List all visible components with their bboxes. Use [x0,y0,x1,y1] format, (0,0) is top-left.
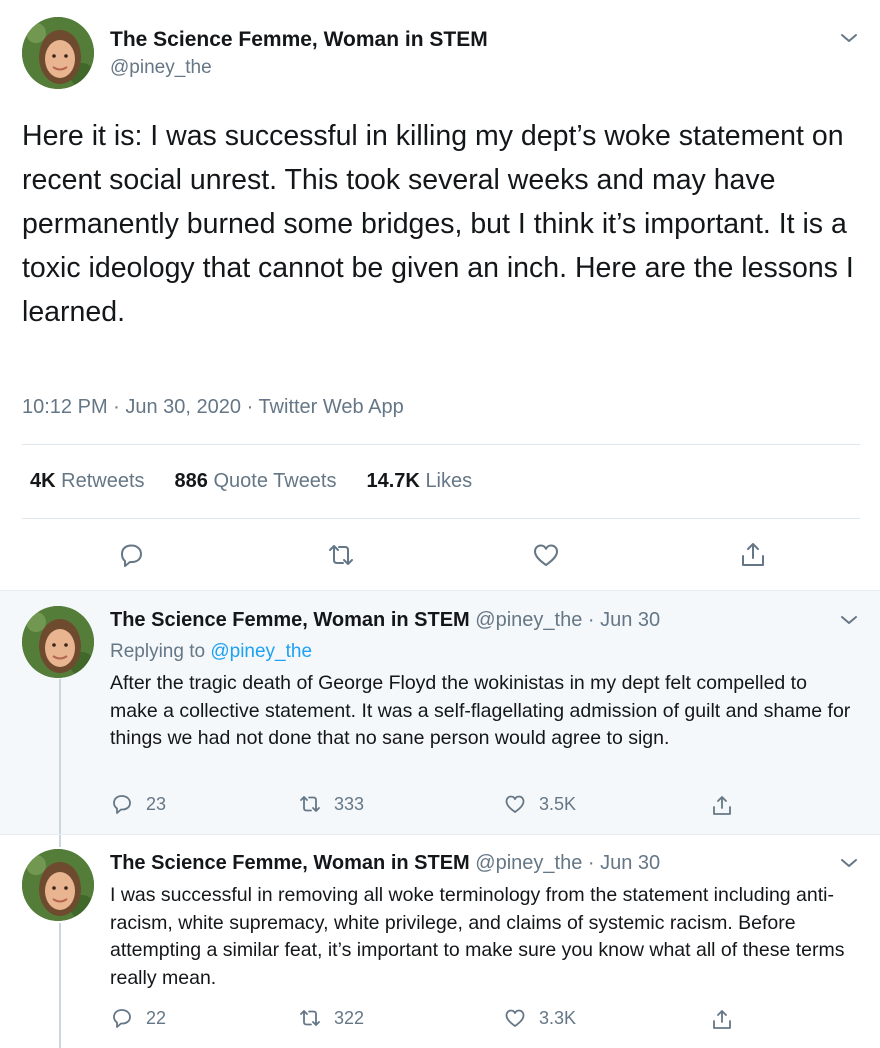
main-tweet: The Science Femme, Woman in STEM @piney_… [0,0,880,590]
like-icon [505,795,525,813]
replying-to-mention[interactable]: @piney_the [210,641,312,662]
thread-line [59,835,61,847]
like-action[interactable]: 3.3K [503,1006,576,1030]
thread-line [59,679,61,835]
likes-stat[interactable]: 14.7K Likes [367,470,473,493]
author-name[interactable]: The Science Femme, Woman in STEM [110,852,470,874]
avatar[interactable] [22,17,94,89]
like-icon[interactable] [531,540,561,570]
retweet-icon [300,796,320,812]
reply-action[interactable]: 22 [110,1006,166,1030]
retweet-count: 322 [334,1007,365,1028]
reply-header: The Science Femme, Woman in STEM @piney_… [110,852,660,875]
author-name[interactable]: The Science Femme, Woman in STEM [110,28,488,52]
avatar[interactable] [22,606,94,678]
retweet-icon [300,1010,320,1026]
like-count: 3.5K [539,793,577,814]
tweet-meta[interactable]: 10:12 PM · Jun 30, 2020 · Twitter Web Ap… [22,396,404,419]
handle-date[interactable]: @piney_the · Jun 30 [475,609,660,631]
tweet-text: Here it is: I was successful in killing … [22,120,854,328]
reply-count: 23 [146,793,167,814]
retweet-action[interactable]: 333 [298,792,364,816]
divider [22,444,860,445]
thread-reply[interactable]: The Science Femme, Woman in STEM @piney_… [0,590,880,835]
like-action[interactable]: 3.5K [503,792,576,816]
retweet-action[interactable]: 322 [298,1006,364,1030]
quote-tweets-stat[interactable]: 886 Quote Tweets [175,470,337,493]
reply-text: I was successful in removing all woke te… [110,884,845,989]
reply-header: The Science Femme, Woman in STEM @piney_… [110,609,660,632]
avatar[interactable] [22,849,94,921]
reply-count: 22 [146,1007,167,1028]
reply-text: After the tragic death of George Floyd t… [110,672,851,749]
tweet-stats: 4K Retweets 886 Quote Tweets 14.7K Likes [30,470,472,493]
author-handle[interactable]: @piney_the [110,57,212,79]
like-count: 3.3K [539,1007,577,1028]
like-icon [505,1009,525,1027]
reply-icon [113,795,131,814]
chevron-down-icon[interactable] [838,609,860,631]
share-icon[interactable] [738,540,768,570]
share-icon[interactable] [710,794,734,818]
chevron-down-icon[interactable] [838,852,860,874]
divider [22,518,860,519]
reply-action[interactable]: 23 [110,792,166,816]
retweet-count: 333 [334,793,365,814]
chevron-down-icon[interactable] [838,27,860,49]
replying-to: Replying to @piney_the [110,641,313,662]
thread-reply[interactable]: The Science Femme, Woman in STEM @piney_… [0,834,880,1048]
handle-date[interactable]: @piney_the · Jun 30 [475,852,660,874]
retweet-icon[interactable] [326,540,356,570]
share-icon[interactable] [710,1008,734,1032]
thread-line [59,923,61,1048]
author-name[interactable]: The Science Femme, Woman in STEM [110,609,470,631]
reply-icon [113,1009,131,1028]
retweets-stat[interactable]: 4K Retweets [30,470,145,493]
reply-icon[interactable] [116,540,146,570]
